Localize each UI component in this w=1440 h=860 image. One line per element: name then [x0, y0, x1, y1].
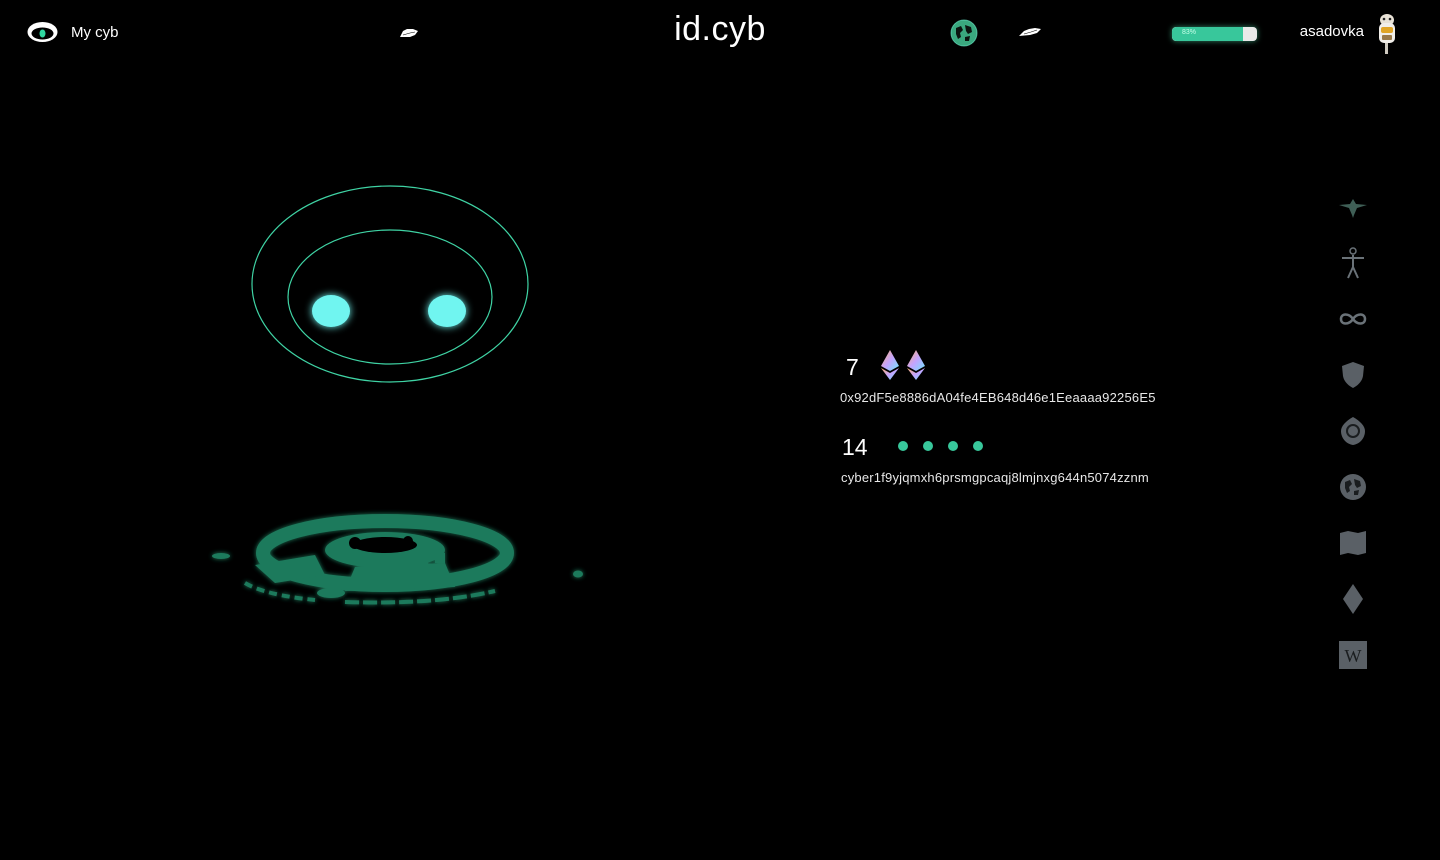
robot-face: [240, 175, 540, 400]
rail-item-globe[interactable]: [1336, 470, 1370, 504]
rail-item-shield[interactable]: [1336, 358, 1370, 392]
rail-item-bird[interactable]: [1336, 190, 1370, 224]
my-cyb-label: My cyb: [71, 23, 119, 41]
avatar[interactable]: [1372, 12, 1402, 61]
robot-left-eye: [312, 295, 350, 327]
cyber-address[interactable]: cyber1f9yjqmxh6prsmgpcaqj8lmjnxg644n5074…: [841, 470, 1149, 485]
shield-icon: [1342, 362, 1364, 388]
battery-bar: 83%: [1172, 27, 1257, 41]
eth-count: 7: [846, 354, 859, 380]
diamond-icon: [1343, 584, 1363, 614]
svg-text:W: W: [1345, 646, 1362, 666]
robot-face-outline: [287, 229, 493, 365]
eye-icon: [27, 22, 58, 42]
rail-item-map[interactable]: [1336, 526, 1370, 560]
cloud-left-icon[interactable]: [398, 26, 420, 44]
cyber-dots-icon: [895, 439, 985, 458]
rail-item-wikipedia[interactable]: W: [1336, 638, 1370, 672]
cyber-count: 14: [842, 434, 868, 460]
infinity-icon: [1339, 313, 1367, 325]
my-cyb-link[interactable]: My cyb: [26, 18, 119, 46]
cloud-right-icon[interactable]: [1018, 25, 1042, 43]
human-figure-icon: [1342, 247, 1364, 279]
map-icon: [1340, 531, 1366, 555]
wikipedia-icon: W: [1339, 641, 1367, 669]
username[interactable]: asadovka: [1280, 23, 1364, 40]
rail-item-ring[interactable]: [1336, 414, 1370, 448]
ring-icon: [1341, 417, 1365, 445]
rail-item-human[interactable]: [1336, 246, 1370, 280]
accounts-panel: 7 0x92dF5e8886dA04fe4EB648d46e1Eeaaaa922…: [840, 345, 1200, 495]
earth-icon[interactable]: [950, 19, 978, 52]
robot-right-eye: [428, 295, 466, 327]
page-title: id.cyb: [674, 10, 766, 48]
globe-icon: [1340, 474, 1366, 500]
top-bar: My cyb id.cyb 83% asadovka: [0, 0, 1440, 66]
battery-label: 83%: [1182, 29, 1197, 36]
ethereum-icon: [880, 349, 930, 386]
platform-logo: [205, 505, 595, 620]
bird-icon: [1339, 199, 1367, 218]
rail-item-infinity[interactable]: [1336, 302, 1370, 336]
rail-item-diamond[interactable]: [1336, 582, 1370, 616]
eth-address[interactable]: 0x92dF5e8886dA04fe4EB648d46e1Eeaaaa92256…: [840, 390, 1156, 405]
robot-head-outline: [251, 185, 529, 383]
